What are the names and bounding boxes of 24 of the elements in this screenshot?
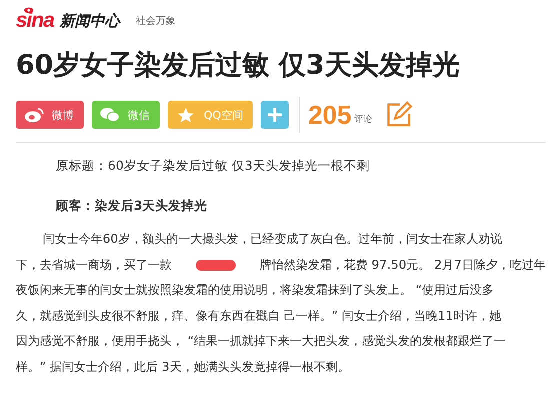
original-title: 原标题：60岁女子染发后过敏 仅3天头发掉光一根不剩 <box>56 157 371 175</box>
paragraph-line: 样。” 据闫女士介绍，此后 3天，她满头头发竟掉得一根不剩。 <box>16 358 350 376</box>
redaction-mark <box>196 260 236 271</box>
share-button[interactable]: 微信 <box>92 101 160 129</box>
edit-icon[interactable] <box>384 101 413 129</box>
weibo-icon <box>24 107 44 123</box>
article-subheading: 顾客：染发后3天头发掉光 <box>56 197 209 215</box>
share-button[interactable] <box>261 101 290 129</box>
paragraph-line: 因为感觉不舒服，便用手挠头， “结果一抓就掉下来一大把头发，感觉头发的发根都跟烂了一 <box>16 333 506 350</box>
paragraph-line: 闫女士今年60岁，额头的一大撮头发，已经变成了灰白色。过年前，闫女士在家人劝说 <box>42 231 502 248</box>
chat-bubbles-icon <box>100 107 120 123</box>
paragraph-line: 久，就感觉到头皮很不舒服，痒、像有东西在戳自 己一样。” 闫女士介绍，当晚11时许，她 <box>16 308 502 324</box>
paragraph-line: 下，去省城一商场，买了一款 <box>16 256 172 274</box>
share-button[interactable]: 微博 <box>16 101 84 129</box>
comment-label: 评论 <box>354 114 373 126</box>
plus-icon <box>267 107 284 123</box>
sina-logo[interactable]: sina <box>16 9 54 33</box>
paragraph-line: 夜饭闲来无事的闫女士就按照染发霜的使用说明，将染发霜抹到了头发上。 “使用过后没多 <box>16 282 494 299</box>
star-icon <box>176 107 196 123</box>
paragraph-line: 牌怡然染发霜，花费 97.50元。 2月7日除夕，吃过年 <box>260 256 546 274</box>
headline: 60岁女子染发后过敏 仅3天头发掉光 <box>16 49 461 83</box>
channel-link[interactable]: 社会万象 <box>136 14 176 28</box>
section-title: 新闻中心 <box>60 12 120 30</box>
comment-count: 205 <box>308 100 352 130</box>
